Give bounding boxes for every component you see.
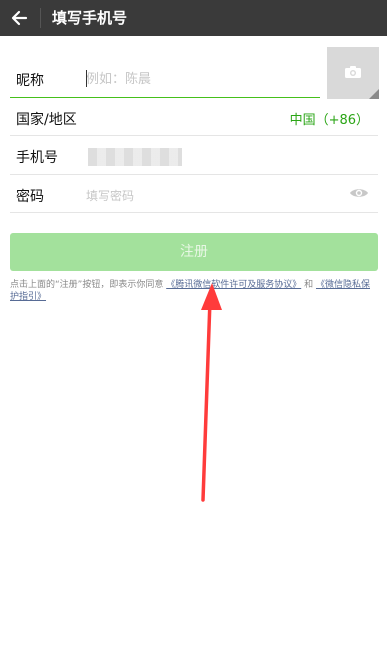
service-agreement-link[interactable]: 《腾讯微信软件许可及服务协议》 xyxy=(166,280,301,290)
password-input[interactable] xyxy=(86,185,326,207)
nickname-underline xyxy=(10,97,320,98)
annotation-arrow xyxy=(201,283,222,502)
eye-icon[interactable] xyxy=(349,186,369,200)
avatar-corner-indicator xyxy=(369,89,379,99)
agreement-text: 点击上面的“注册”按钮，即表示你同意 《腾讯微信软件许可及服务协议》 和 《微信… xyxy=(10,279,376,303)
title-divider xyxy=(40,8,41,28)
nickname-input[interactable] xyxy=(86,68,306,90)
agreement-prefix: 点击上面的“注册”按钮，即表示你同意 xyxy=(10,280,164,290)
camera-icon xyxy=(345,66,361,78)
arrow-left-icon xyxy=(11,10,28,26)
agreement-middle: 和 xyxy=(304,280,314,290)
phone-input-blurred[interactable] xyxy=(88,148,182,166)
avatar-upload-button[interactable] xyxy=(327,47,379,99)
divider xyxy=(10,135,378,136)
text-cursor xyxy=(86,70,87,87)
phone-label: 手机号 xyxy=(16,150,58,166)
divider xyxy=(10,212,378,213)
country-value[interactable]: 中国（+86） xyxy=(290,109,369,128)
register-button[interactable]: 注册 xyxy=(10,233,378,271)
back-button[interactable] xyxy=(6,4,34,32)
password-label: 密码 xyxy=(16,189,44,205)
divider xyxy=(10,174,378,175)
nickname-label: 昵称 xyxy=(16,73,44,89)
title-bar: 填写手机号 xyxy=(0,0,387,36)
country-label[interactable]: 国家/地区 xyxy=(16,109,77,129)
page-title: 填写手机号 xyxy=(52,9,128,27)
